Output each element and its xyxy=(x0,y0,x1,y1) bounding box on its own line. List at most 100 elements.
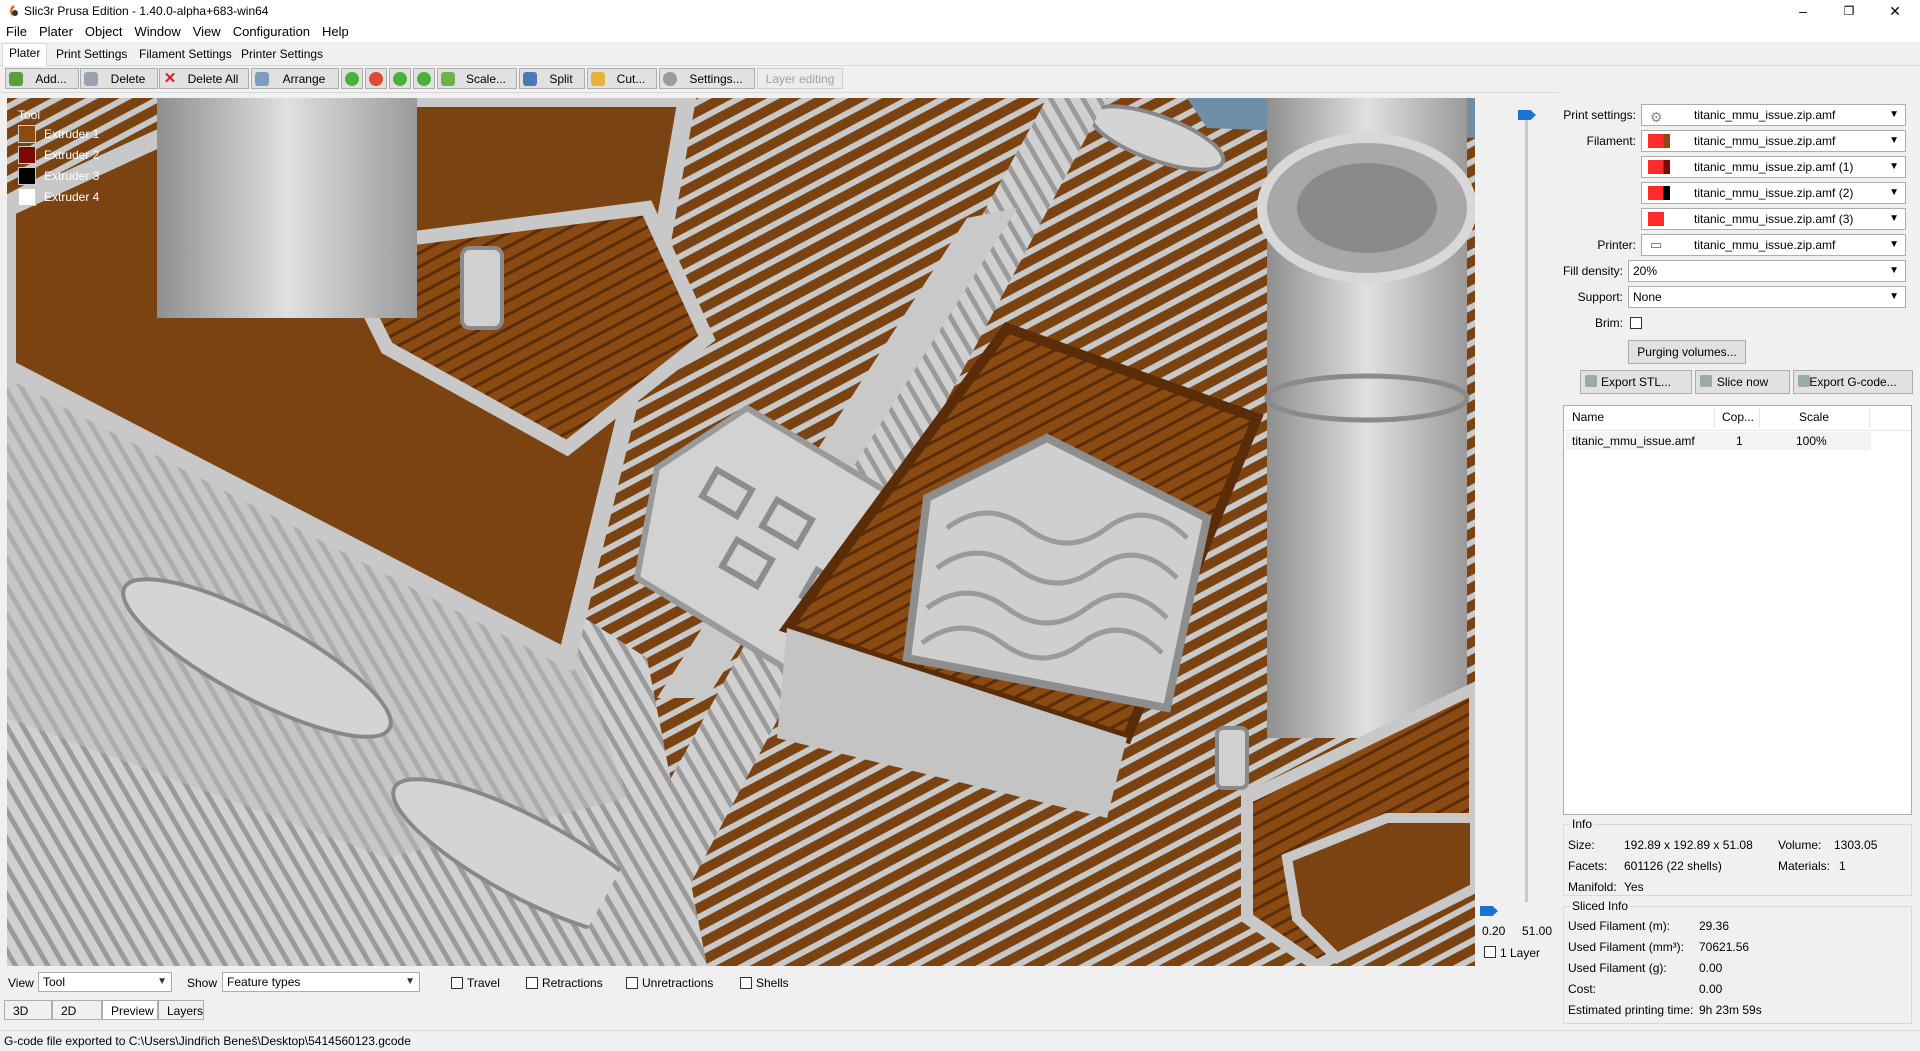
lower-thumb[interactable] xyxy=(1480,906,1498,916)
travel-label: Travel xyxy=(467,976,500,990)
filament-color-swatch xyxy=(1648,134,1670,148)
show-select[interactable]: Feature types ▼ xyxy=(222,972,420,992)
row-name: titanic_mmu_issue.amf xyxy=(1572,434,1695,448)
settings-button[interactable]: Settings... xyxy=(659,68,755,89)
brim-checkbox[interactable] xyxy=(1630,317,1642,329)
slice-now-button[interactable]: Slice now xyxy=(1695,370,1790,394)
chevron-down-icon: ▼ xyxy=(1889,187,1899,198)
menu-configuration[interactable]: Configuration xyxy=(227,22,316,42)
export-icon xyxy=(1585,375,1597,387)
print-settings-label: Print settings: xyxy=(1563,108,1636,122)
facets-value: 601126 (22 shells) xyxy=(1624,859,1722,873)
chevron-down-icon: ▼ xyxy=(1889,239,1899,250)
filament-select-4[interactable]: titanic_mmu_issue.zip.amf (3) ▼ xyxy=(1641,208,1906,230)
tab-printer-settings[interactable]: Printer Settings xyxy=(235,45,329,64)
used-filament-mm3-label: Used Filament (mm³): xyxy=(1568,940,1685,954)
view-select[interactable]: Tool ▼ xyxy=(38,972,172,992)
facets-label: Facets: xyxy=(1568,859,1608,873)
printer-select[interactable]: ▭ titanic_mmu_issue.zip.amf ▼ xyxy=(1641,234,1906,256)
filament-color-swatch xyxy=(1648,212,1664,226)
add-button[interactable]: Add... xyxy=(5,68,79,89)
cut-button[interactable]: Cut... xyxy=(587,68,657,89)
export-stl-button[interactable]: Export STL... xyxy=(1580,370,1692,394)
scale-button[interactable]: Scale... xyxy=(437,68,517,89)
remove-instance-button[interactable] xyxy=(365,68,387,89)
cost-label: Cost: xyxy=(1568,982,1597,996)
tab-2d[interactable]: 2D xyxy=(52,1000,102,1020)
3d-preview-canvas[interactable] xyxy=(7,98,1475,966)
column-copies[interactable]: Cop... xyxy=(1722,410,1754,424)
column-divider xyxy=(1759,408,1760,428)
add-instance-button[interactable] xyxy=(341,68,363,89)
purging-volumes-button[interactable]: Purging volumes... xyxy=(1628,340,1746,364)
minimize-button[interactable]: – xyxy=(1780,0,1826,22)
shells-checkbox[interactable] xyxy=(740,977,752,989)
arrange-button[interactable]: Arrange xyxy=(251,68,339,89)
menu-window[interactable]: Window xyxy=(129,22,187,42)
row-copies: 1 xyxy=(1736,434,1743,448)
chevron-down-icon: ▼ xyxy=(1889,161,1899,172)
chevron-down-icon: ▼ xyxy=(1889,213,1899,224)
menu-help[interactable]: Help xyxy=(316,22,355,42)
rotate-cw-icon xyxy=(417,72,431,86)
rotate-ccw-button[interactable] xyxy=(389,68,411,89)
info-title: Info xyxy=(1570,817,1595,831)
support-select[interactable]: None ▼ xyxy=(1628,286,1906,308)
fill-density-label: Fill density: xyxy=(1562,264,1623,278)
retractions-checkbox[interactable] xyxy=(526,977,538,989)
legend-swatch xyxy=(18,167,36,185)
filament-select-1[interactable]: titanic_mmu_issue.zip.amf ▼ xyxy=(1641,130,1906,152)
upper-thumb[interactable] xyxy=(1518,110,1536,120)
layer-editing-button[interactable]: Layer editing xyxy=(757,68,843,89)
menu-object[interactable]: Object xyxy=(79,22,129,42)
add-icon xyxy=(9,72,23,86)
column-divider xyxy=(1869,408,1870,428)
menu-file[interactable]: File xyxy=(0,22,33,42)
filament-label: Filament: xyxy=(1586,134,1636,148)
tab-print-settings[interactable]: Print Settings xyxy=(50,45,133,64)
menu-plater[interactable]: Plater xyxy=(33,22,79,42)
cost-value: 0.00 xyxy=(1699,982,1723,996)
filament-select-3[interactable]: titanic_mmu_issue.zip.amf (2) ▼ xyxy=(1641,182,1906,204)
tab-filament-settings[interactable]: Filament Settings xyxy=(133,45,238,64)
export-gcode-button[interactable]: Export G-code... xyxy=(1793,370,1913,394)
size-label: Size: xyxy=(1568,838,1595,852)
materials-label: Materials: xyxy=(1778,859,1831,873)
printing-time-value: 9h 23m 59s xyxy=(1699,1003,1762,1017)
used-filament-mm3-value: 70621.56 xyxy=(1699,940,1750,954)
gear-icon: ⚙ xyxy=(1650,109,1663,125)
one-layer-checkbox[interactable] xyxy=(1484,946,1496,958)
tab-layers[interactable]: Layers xyxy=(158,1000,204,1020)
main-tabs: Plater Print Settings Filament Settings … xyxy=(0,43,1920,66)
printer-label: Printer: xyxy=(1597,238,1636,252)
maximize-button[interactable]: ❐ xyxy=(1826,0,1872,22)
unretractions-checkbox[interactable] xyxy=(626,977,638,989)
preview-tabs: 3D 2D Preview Layers xyxy=(4,1000,404,1022)
delete-icon xyxy=(84,72,98,86)
slider-track[interactable] xyxy=(1525,112,1528,902)
tab-3d[interactable]: 3D xyxy=(4,1000,52,1020)
row-scale: 100% xyxy=(1796,434,1827,448)
split-button[interactable]: Split xyxy=(519,68,585,89)
fill-density-select[interactable]: 20% ▼ xyxy=(1628,260,1906,282)
tab-preview[interactable]: Preview xyxy=(102,1000,158,1020)
column-scale[interactable]: Scale xyxy=(1799,410,1829,424)
close-button[interactable]: ✕ xyxy=(1872,0,1918,22)
column-name[interactable]: Name xyxy=(1572,410,1604,424)
object-list-header: Name Cop... Scale xyxy=(1564,406,1911,431)
one-layer-label: 1 Layer xyxy=(1500,946,1541,960)
menu-view[interactable]: View xyxy=(187,22,227,42)
export-icon xyxy=(1798,375,1810,387)
chevron-down-icon: ▼ xyxy=(1889,291,1899,302)
tab-plater[interactable]: Plater xyxy=(2,43,48,66)
travel-checkbox[interactable] xyxy=(451,977,463,989)
delete-all-button[interactable]: ✕ Delete All xyxy=(159,68,249,89)
table-row[interactable]: titanic_mmu_issue.amf 1 100% xyxy=(1566,432,1871,450)
print-settings-select[interactable]: ⚙ titanic_mmu_issue.zip.amf ▼ xyxy=(1641,104,1906,126)
rotate-cw-button[interactable] xyxy=(413,68,435,89)
filament-select-2[interactable]: titanic_mmu_issue.zip.amf (1) ▼ xyxy=(1641,156,1906,178)
layer-slider: 0.20 51.00 1 Layer xyxy=(1476,98,1556,968)
delete-button[interactable]: Delete xyxy=(80,68,158,89)
layer-max-label: 51.00 xyxy=(1522,924,1553,938)
view-label: View xyxy=(8,976,34,990)
